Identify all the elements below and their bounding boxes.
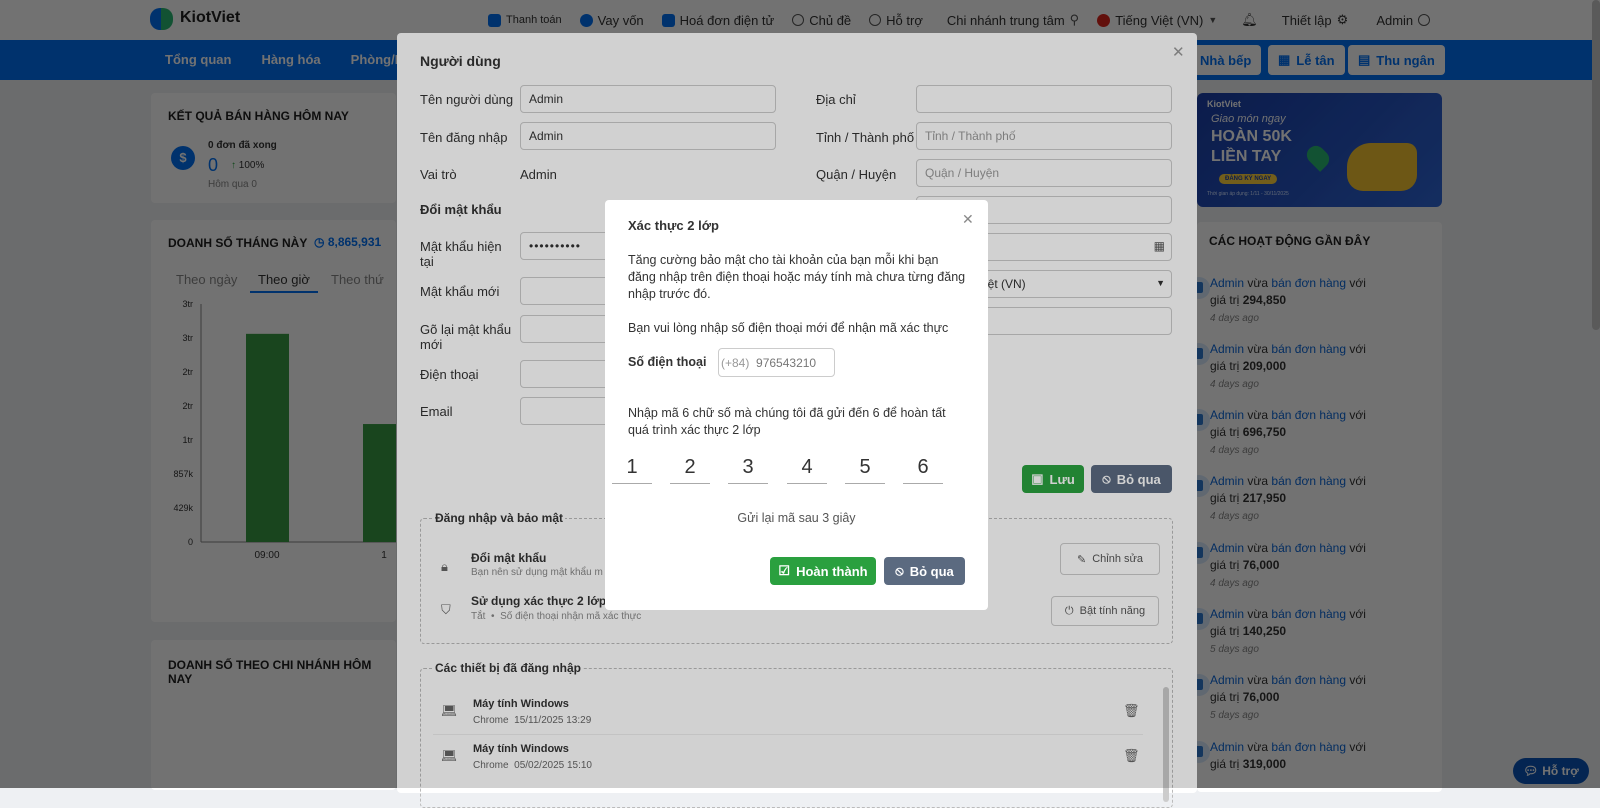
otp-digit-4[interactable]: 4 xyxy=(787,456,827,484)
two-factor-dialog: Xác thực 2 lớp ✕ Tăng cường bảo mật cho … xyxy=(605,200,988,610)
code-prompt: Nhập mã 6 chữ số mà chúng tôi đã gửi đến… xyxy=(628,406,946,437)
ban-icon: ⦸ xyxy=(895,563,904,578)
dialog-description: Tăng cường bảo mật cho tài khoản của bạn… xyxy=(628,253,966,301)
otp-digit-2[interactable]: 2 xyxy=(670,456,710,484)
otp-digit-1[interactable]: 1 xyxy=(612,456,652,484)
dialog-close-icon[interactable]: ✕ xyxy=(962,211,974,228)
phone-prompt: Bạn vui lòng nhập số điện thoại mới để n… xyxy=(628,321,949,335)
dialog-skip-button[interactable]: ⦸ Bỏ qua xyxy=(884,557,965,585)
checkbox-icon: ☑ xyxy=(778,563,791,578)
otp-digit-6[interactable]: 6 xyxy=(903,456,943,484)
complete-button[interactable]: ☑ Hoàn thành xyxy=(770,557,876,585)
dialog-phone-label: Số điện thoại xyxy=(628,355,707,369)
otp-digit-5[interactable]: 5 xyxy=(845,456,885,484)
resend-countdown: Gửi lại mã sau 3 giây xyxy=(737,511,856,525)
dialog-phone-input[interactable]: (+84) 976543210 xyxy=(718,348,835,377)
otp-digit-3[interactable]: 3 xyxy=(728,456,768,484)
dialog-title: Xác thực 2 lớp xyxy=(628,218,719,233)
